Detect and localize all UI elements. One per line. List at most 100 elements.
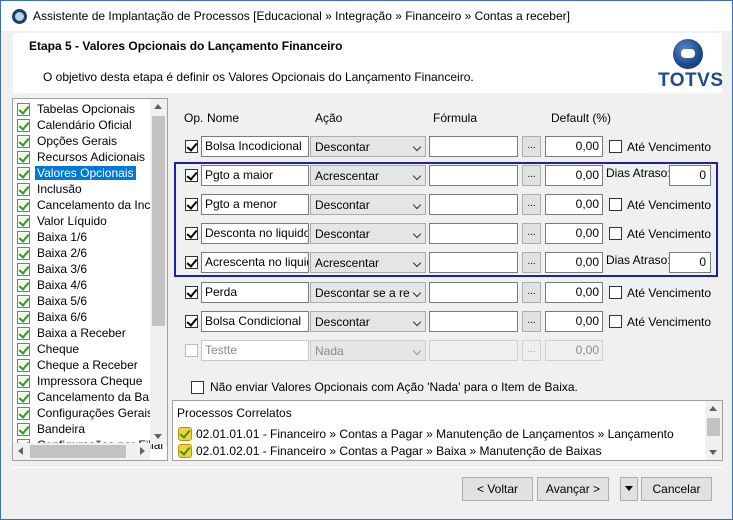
- name-field[interactable]: Bolsa Incodicional: [201, 136, 309, 157]
- skip-nada-checkbox[interactable]: [191, 381, 204, 394]
- tree-item-label: Baixa 4/6: [37, 278, 88, 292]
- checkmark-icon: [17, 198, 30, 212]
- default-percent-field[interactable]: 0,00: [545, 282, 603, 303]
- tree-item[interactable]: Inclusão: [17, 181, 84, 197]
- checkmark-icon: [17, 166, 30, 180]
- tree-item[interactable]: Impressora Cheque: [17, 373, 144, 389]
- related-processes-panel: Processos Correlatos 02.01.01.01 - Finan…: [172, 400, 723, 461]
- scroll-left-icon[interactable]: [18, 447, 23, 455]
- next-button[interactable]: Avançar >: [537, 477, 609, 501]
- tree-item-label: Valor Líquido: [37, 214, 107, 228]
- tree-item[interactable]: Cancelamento da Baixa: [17, 389, 166, 405]
- scroll-down-icon[interactable]: [154, 434, 162, 439]
- chevron-down-icon: [412, 346, 422, 356]
- tree-item[interactable]: Valores Opcionais: [17, 165, 136, 181]
- formula-browse-button[interactable]: ...: [522, 311, 541, 332]
- tree-item[interactable]: Baixa 4/6: [17, 277, 89, 293]
- next-button-label: Avançar >: [545, 482, 601, 496]
- name-field[interactable]: Bolsa Condicional: [201, 311, 309, 332]
- action-select[interactable]: Nada: [310, 340, 426, 361]
- scroll-thumb[interactable]: [707, 418, 720, 436]
- tree-item[interactable]: Recursos Adicionais: [17, 149, 147, 165]
- name-field[interactable]: Testte: [201, 340, 309, 361]
- tree-item[interactable]: Bandeira: [17, 421, 87, 437]
- action-select[interactable]: Descontar: [310, 311, 426, 332]
- tree-item[interactable]: Calendário Oficial: [17, 117, 134, 133]
- tree-item[interactable]: Valor Líquido: [17, 213, 109, 229]
- related-process-item[interactable]: 02.01.01.01 - Financeiro » Contas a Paga…: [178, 426, 674, 442]
- scroll-up-icon[interactable]: [154, 104, 162, 109]
- formula-browse-button[interactable]: ...: [522, 136, 541, 157]
- tree-item[interactable]: Baixa a Receber: [17, 325, 128, 341]
- default-percent-field[interactable]: 0,00: [545, 136, 603, 157]
- tree-item-label: Baixa 2/6: [37, 246, 88, 260]
- totvs-logo-text: TOTVS: [658, 70, 724, 91]
- row-enable-checkbox[interactable]: [185, 286, 198, 299]
- tree-vertical-scrollbar[interactable]: [150, 99, 167, 444]
- grid-row: Bolsa Condicional Descontar... 0,00 Até Ven…: [180, 308, 715, 334]
- checkmark-icon: [17, 278, 30, 292]
- formula-browse-button[interactable]: ...: [522, 340, 541, 361]
- row-enable-checkbox[interactable]: [185, 344, 198, 357]
- tree-item-label: Valores Opcionais: [35, 166, 136, 180]
- action-select[interactable]: Descontar: [310, 136, 426, 157]
- checkmark-icon: [17, 246, 30, 260]
- until-due-checkbox[interactable]: [609, 315, 622, 328]
- scroll-right-icon[interactable]: [140, 447, 145, 455]
- tree-item[interactable]: Baixa 5/6: [17, 293, 89, 309]
- scroll-down-icon[interactable]: [709, 450, 717, 455]
- tree-item-label: Calendário Oficial: [37, 118, 132, 132]
- step-tree[interactable]: Tabelas Opcionais Calendário Oficial Opçõe…: [12, 98, 168, 461]
- chevron-down-icon: [412, 288, 422, 298]
- tree-item-label: Cancelamento da Baixa: [37, 390, 165, 404]
- row-enable-checkbox[interactable]: [185, 315, 198, 328]
- tree-item[interactable]: Baixa 3/6: [17, 261, 89, 277]
- tree-item[interactable]: Baixa 1/6: [17, 229, 89, 245]
- chevron-down-icon: [412, 317, 422, 327]
- formula-field[interactable]: [429, 311, 518, 332]
- related-scrollbar[interactable]: [705, 401, 722, 460]
- formula-field[interactable]: [429, 136, 518, 157]
- checkmark-icon: [17, 118, 30, 132]
- formula-field[interactable]: [429, 282, 518, 303]
- checkmark-icon: [17, 326, 30, 340]
- scroll-thumb[interactable]: [30, 445, 126, 458]
- tree-item[interactable]: Cheque a Receber: [17, 357, 140, 373]
- scroll-thumb[interactable]: [152, 116, 165, 326]
- tree-item[interactable]: Baixa 2/6: [17, 245, 89, 261]
- action-select-value: Descontar: [315, 315, 370, 329]
- tree-horizontal-scrollbar[interactable]: [13, 443, 150, 460]
- tree-item[interactable]: Configurações Gerais: [17, 405, 155, 421]
- formula-field[interactable]: [429, 340, 518, 361]
- back-button[interactable]: < Voltar: [462, 477, 533, 501]
- row-enable-checkbox[interactable]: [185, 140, 198, 153]
- tree-item-label: Baixa 6/6: [37, 310, 88, 324]
- skip-nada-label: Não enviar Valores Opcionais com Ação 'N…: [210, 380, 578, 394]
- until-due-checkbox[interactable]: [609, 140, 622, 153]
- options-menu-button[interactable]: [620, 477, 638, 501]
- formula-browse-button[interactable]: ...: [522, 282, 541, 303]
- related-process-label: 02.01.02.01 - Financeiro » Contas a Paga…: [196, 444, 602, 458]
- name-field[interactable]: Perda: [201, 282, 309, 303]
- tree-item[interactable]: Baixa 6/6: [17, 309, 89, 325]
- app-icon: [12, 9, 27, 24]
- default-percent-field[interactable]: 0,00: [545, 340, 603, 361]
- checkmark-icon: [17, 294, 30, 308]
- cancel-button[interactable]: Cancelar: [641, 477, 712, 501]
- until-due-checkbox[interactable]: [609, 286, 622, 299]
- action-select[interactable]: Descontar se a rece: [310, 282, 426, 303]
- scroll-up-icon[interactable]: [709, 406, 717, 411]
- related-process-item[interactable]: 02.01.02.01 - Financeiro » Contas a Paga…: [178, 443, 602, 459]
- grid-row: Bolsa Incodicional Descontar... 0,00 Até Ve…: [180, 133, 715, 159]
- title-bar: Assistente de Implantação de Processos […: [1, 1, 732, 31]
- until-due-label: Até Vencimento: [627, 286, 712, 300]
- tree-item[interactable]: Tabelas Opcionais: [17, 101, 137, 117]
- tree-item[interactable]: Cheque: [17, 341, 81, 357]
- col-header-action: Ação: [315, 111, 343, 125]
- tree-item[interactable]: Opções Gerais: [17, 133, 119, 149]
- tree-item-label: Baixa 5/6: [37, 294, 88, 308]
- tree-item-label: Inclusão: [37, 182, 82, 196]
- separator: [12, 467, 723, 468]
- tree-item[interactable]: Cancelamento da Inclusã: [17, 197, 167, 213]
- default-percent-field[interactable]: 0,00: [545, 311, 603, 332]
